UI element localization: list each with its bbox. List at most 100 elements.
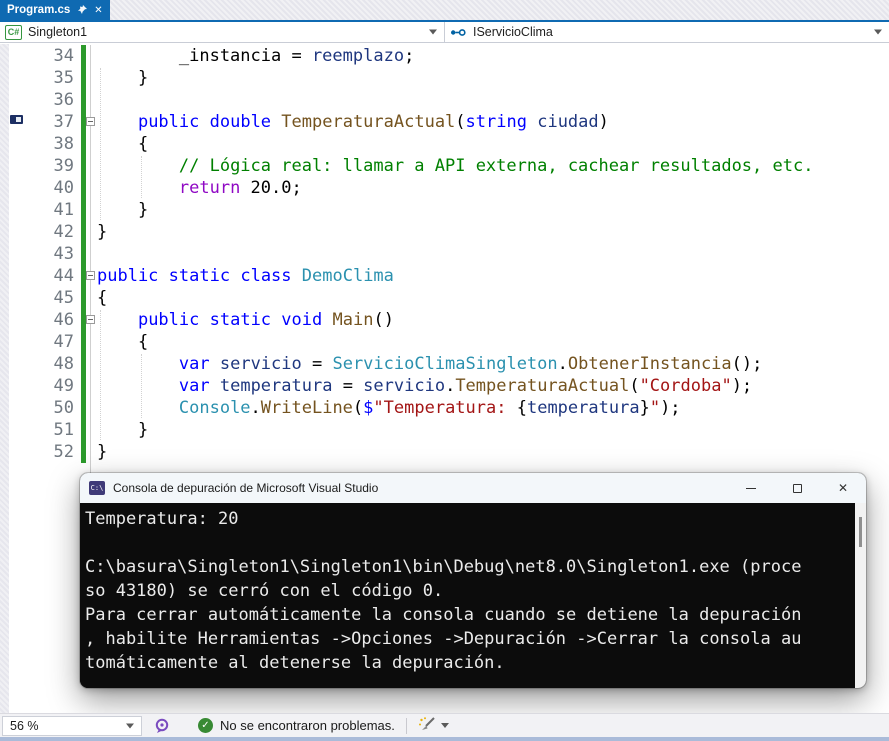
scrollbar-thumb[interactable]	[859, 517, 862, 547]
divider	[405, 717, 407, 734]
code-line[interactable]: 41 }	[0, 199, 889, 221]
line-number: 51	[53, 420, 74, 440]
code-text: }	[97, 442, 108, 462]
code-line[interactable]: 38 {	[0, 133, 889, 155]
code-text: }	[97, 420, 149, 440]
code-line[interactable]: 34 _instancia = reemplazo;	[0, 45, 889, 67]
console-output[interactable]: Temperatura: 20 C:\basura\Singleton1\Sin…	[80, 503, 855, 688]
code-line[interactable]: 48 var servicio = ServicioClimaSingleton…	[0, 353, 889, 375]
code-line[interactable]: 36	[0, 89, 889, 111]
code-line[interactable]: 40 return 20.0;	[0, 177, 889, 199]
fold-column	[86, 177, 97, 199]
minimize-button[interactable]	[728, 473, 774, 503]
maximize-icon	[792, 483, 802, 493]
line-number: 43	[53, 244, 74, 264]
problems-status[interactable]: ✓ No se encontraron problemas.	[198, 718, 395, 733]
code-line[interactable]: 35 }	[0, 67, 889, 89]
fold-column	[86, 199, 97, 221]
zoom-value: 56 %	[10, 718, 39, 733]
code-line[interactable]: 43	[0, 243, 889, 265]
code-lines: 34 _instancia = reemplazo; 35 } 36 37 publi…	[0, 45, 889, 463]
interface-icon	[450, 27, 467, 38]
code-line[interactable]: 50 Console.WriteLine($"Temperatura: {tem…	[0, 397, 889, 419]
fold-marker[interactable]	[86, 271, 95, 280]
code-text: {	[97, 288, 108, 308]
fold-column	[86, 287, 97, 309]
fold-column	[86, 243, 97, 265]
code-cleanup-button[interactable]	[418, 716, 449, 735]
line-number: 37	[53, 112, 74, 132]
feedback-icon[interactable]	[154, 718, 170, 734]
line-number: 41	[53, 200, 74, 220]
line-number: 38	[53, 134, 74, 154]
fold-column	[86, 111, 97, 133]
code-text: {	[97, 332, 149, 352]
fold-column	[86, 441, 97, 463]
project-dropdown[interactable]: C# Singleton1	[0, 22, 445, 42]
chevron-down-icon	[874, 29, 882, 35]
chevron-down-icon	[440, 723, 449, 728]
zoom-select[interactable]: 56 %	[2, 715, 142, 736]
fold-marker[interactable]	[86, 117, 95, 126]
code-line[interactable]: 52}	[0, 441, 889, 463]
line-number: 47	[53, 332, 74, 352]
console-line: tomáticamente al detenerse la depuración…	[85, 653, 505, 673]
fold-column	[86, 397, 97, 419]
code-line[interactable]: 44 public static class DemoClima	[0, 265, 889, 287]
csharp-project-icon: C#	[5, 24, 22, 40]
fold-column	[86, 89, 97, 111]
fold-marker[interactable]	[86, 315, 95, 324]
maximize-button[interactable]	[774, 473, 820, 503]
visual-studio-window: Program.cs ✕ C# Singleton1 IServicioClim…	[0, 0, 889, 741]
code-text: public double TemperaturaActual(string c…	[137, 112, 609, 132]
console-scrollbar[interactable]	[855, 503, 866, 688]
fold-column	[86, 309, 97, 331]
line-number: 49	[53, 376, 74, 396]
code-text: public static void Main()	[137, 310, 394, 330]
line-number: 46	[53, 310, 74, 330]
code-line[interactable]: 39 // Lógica real: llamar a API externa,…	[0, 155, 889, 177]
fold-column	[86, 45, 97, 67]
code-line[interactable]: 49 var temperatura = servicio.Temperatur…	[0, 375, 889, 397]
code-line[interactable]: 46 public static void Main()	[0, 309, 889, 331]
console-titlebar[interactable]: C:\ Consola de depuración de Microsoft V…	[80, 473, 866, 503]
line-number: 48	[53, 354, 74, 374]
member-dropdown[interactable]: IServicioClima	[445, 22, 889, 42]
code-text: var servicio = ServicioClimaSingleton.Ob…	[178, 354, 763, 374]
pin-icon[interactable]	[77, 5, 88, 15]
code-line[interactable]: 51 }	[0, 419, 889, 441]
tab-bar: Program.cs ✕	[0, 0, 889, 20]
console-line: C:\basura\Singleton1\Singleton1\bin\Debu…	[85, 557, 802, 577]
code-text: return 20.0;	[178, 178, 302, 198]
minimize-icon	[746, 487, 756, 489]
window-bottom-border	[0, 737, 889, 741]
code-line[interactable]: 47 {	[0, 331, 889, 353]
tab-program-cs[interactable]: Program.cs ✕	[0, 0, 110, 20]
fold-column	[86, 155, 97, 177]
status-bar: 56 % ✓ No se encontraron problemas.	[0, 713, 889, 737]
close-icon[interactable]: ✕	[94, 5, 102, 16]
broom-icon	[418, 716, 436, 735]
line-number: 45	[53, 288, 74, 308]
code-line[interactable]: 37 public double TemperaturaActual(strin…	[0, 111, 889, 133]
code-text: _instancia = reemplazo;	[97, 46, 415, 66]
check-icon: ✓	[198, 718, 213, 733]
fold-column	[86, 221, 97, 243]
chevron-down-icon	[126, 723, 134, 728]
console-line: Para cerrar automáticamente la consola c…	[85, 605, 802, 625]
fold-column	[86, 133, 97, 155]
chevron-down-icon	[429, 29, 437, 35]
line-number: 42	[53, 222, 74, 242]
line-number: 44	[53, 266, 74, 286]
navigation-bar: C# Singleton1 IServicioClima	[0, 22, 889, 43]
fold-column	[86, 67, 97, 89]
close-button[interactable]: ✕	[820, 473, 866, 503]
fold-column	[86, 375, 97, 397]
member-label: IServicioClima	[473, 25, 553, 39]
code-line[interactable]: 42}	[0, 221, 889, 243]
console-line: , habilite Herramientas ->Opciones ->Dep…	[85, 629, 802, 649]
fold-column	[86, 265, 97, 287]
line-number: 36	[53, 90, 74, 110]
code-line[interactable]: 45 {	[0, 287, 889, 309]
